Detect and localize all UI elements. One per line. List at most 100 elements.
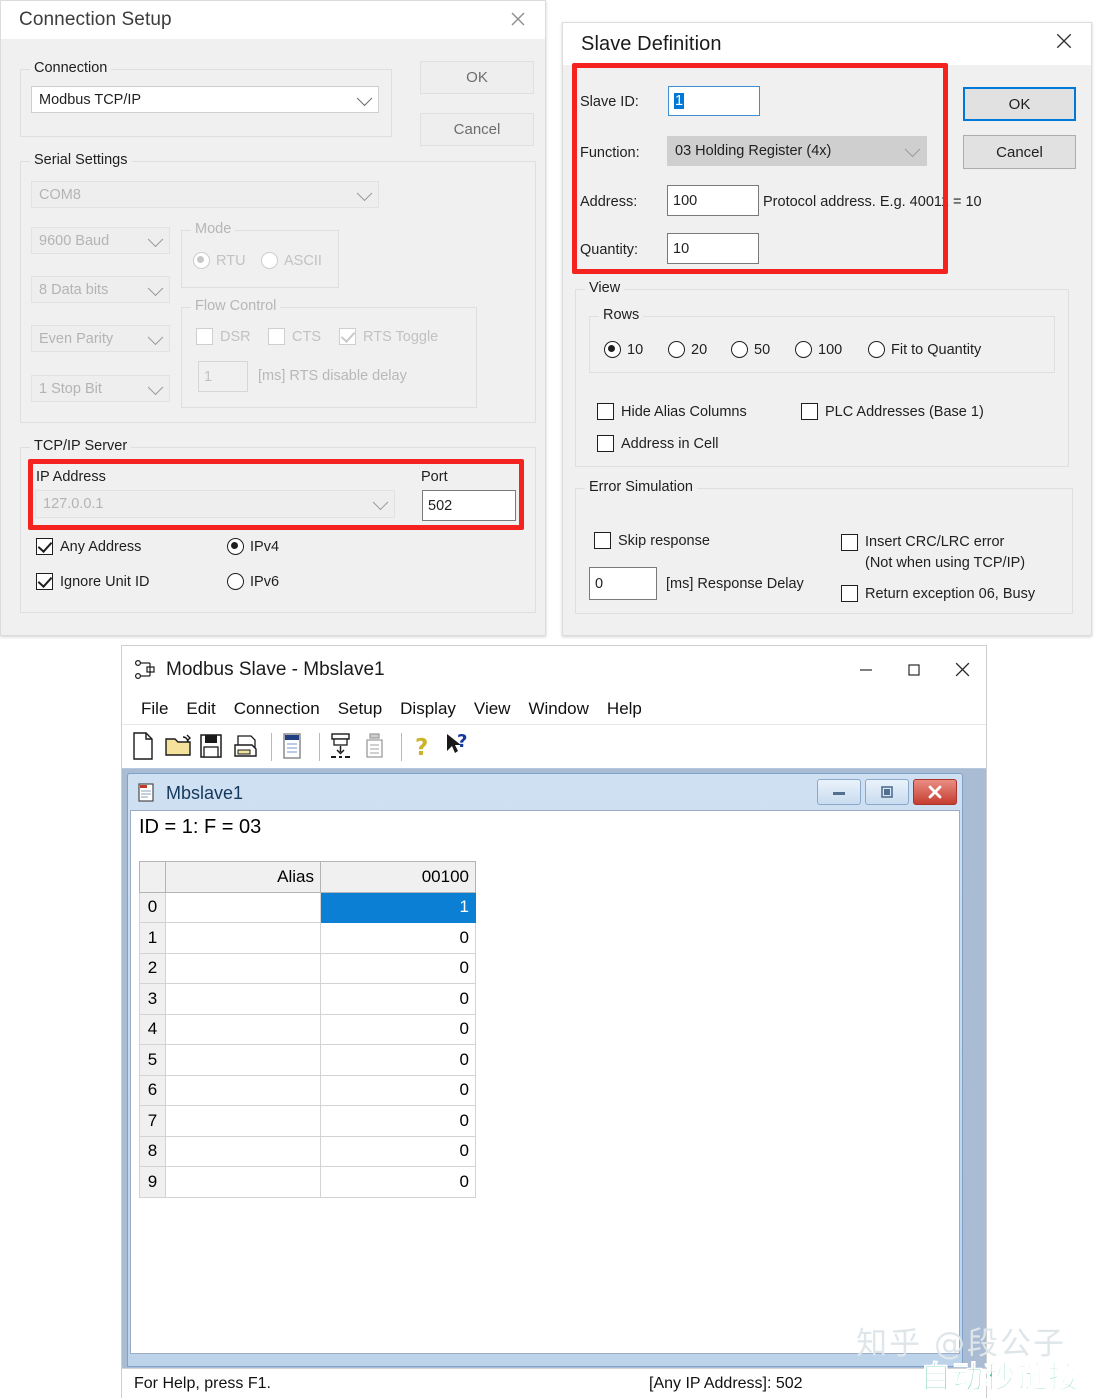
table-row[interactable]: 10 [139,922,476,954]
close-icon[interactable] [938,646,986,693]
maximize-icon[interactable] [890,646,938,693]
grid-header-address[interactable]: 00100 [320,861,476,893]
ip-address-combo[interactable]: 127.0.0.1 [35,490,395,518]
menu-item-display[interactable]: Display [391,699,465,719]
ipv6-radio[interactable]: IPv6 [227,573,279,590]
row-alias-cell[interactable] [165,1166,321,1198]
rows-radio-10[interactable]: 10 [604,341,643,358]
help-icon[interactable]: ? [410,731,440,763]
row-value-cell[interactable]: 0 [320,1074,476,1106]
row-value-cell[interactable]: 0 [320,1013,476,1045]
row-alias-cell[interactable] [165,1105,321,1137]
save-disk-icon[interactable] [198,731,228,763]
row-value-cell[interactable]: 1 [320,891,476,923]
rows-radio-50-label: 50 [754,341,771,358]
quantity-input[interactable]: 10 [667,233,759,264]
parity-combo[interactable]: Even Parity [31,325,170,352]
row-alias-cell[interactable] [165,952,321,984]
open-folder-icon[interactable] [164,731,194,763]
mode-radio-ascii[interactable]: ASCII [261,252,322,269]
return-exception-checkbox[interactable]: Return exception 06, Busy [841,585,1035,602]
close-icon[interactable] [497,3,539,35]
row-value-cell[interactable]: 0 [320,952,476,984]
insert-crc-lrc-error-checkbox[interactable]: Insert CRC/LRC error (Not when using TCP… [841,532,1025,573]
table-row[interactable]: 70 [139,1105,476,1137]
menu-item-window[interactable]: Window [519,699,597,719]
function-combo[interactable]: 03 Holding Register (4x) [667,136,927,166]
table-row[interactable]: 80 [139,1135,476,1167]
ignore-unit-id-checkbox[interactable]: Ignore Unit ID [36,573,149,590]
mode-radio-rtu[interactable]: RTU [193,252,246,269]
serial-port-combo[interactable]: COM8 [31,181,379,208]
plc-addresses-checkbox[interactable]: PLC Addresses (Base 1) [801,403,984,420]
menu-item-setup[interactable]: Setup [329,699,391,719]
row-alias-cell[interactable] [165,891,321,923]
row-value-cell[interactable]: 0 [320,1044,476,1076]
serial-port-value: COM8 [39,186,81,203]
row-alias-cell[interactable] [165,1044,321,1076]
minimize-icon[interactable] [817,779,861,805]
connection-ok-button[interactable]: OK [420,61,534,94]
row-alias-cell[interactable] [165,1013,321,1045]
table-row[interactable]: 20 [139,952,476,984]
connection-cancel-button[interactable]: Cancel [420,113,534,146]
menu-item-edit[interactable]: Edit [177,699,224,719]
restore-icon[interactable] [865,779,909,805]
connection-type-combo[interactable]: Modbus TCP/IP [31,86,379,113]
slave-ok-button[interactable]: OK [963,87,1076,121]
context-help-icon[interactable]: ? [444,731,474,763]
minimize-icon[interactable] [842,646,890,693]
table-row[interactable]: 90 [139,1166,476,1198]
radio-icon [227,538,244,555]
table-row[interactable]: 01 [139,891,476,923]
close-icon[interactable] [1043,25,1085,57]
close-icon[interactable] [913,779,957,805]
menu-item-connection[interactable]: Connection [225,699,329,719]
print-icon[interactable] [232,731,262,763]
rows-radio-100[interactable]: 100 [795,341,842,358]
table-row[interactable]: 50 [139,1044,476,1076]
row-alias-cell[interactable] [165,1074,321,1106]
ipv4-radio[interactable]: IPv4 [227,538,279,555]
upload-icon[interactable] [362,731,392,763]
data-bits-combo[interactable]: 8 Data bits [31,276,170,303]
flow-control-rts-toggle-checkbox[interactable]: RTS Toggle [339,328,438,345]
rts-disable-delay-input[interactable]: 1 [198,361,248,392]
display-icon[interactable] [280,731,310,763]
response-delay-input[interactable]: 0 [589,567,657,600]
stop-bits-combo[interactable]: 1 Stop Bit [31,375,170,402]
grid-header-alias[interactable]: Alias [165,861,321,893]
flow-control-dsr-checkbox[interactable]: DSR [196,328,251,345]
hide-alias-columns-checkbox[interactable]: Hide Alias Columns [597,403,747,420]
row-value-cell[interactable]: 0 [320,983,476,1015]
quantity-label: Quantity: [580,242,639,258]
row-value-cell[interactable]: 0 [320,1166,476,1198]
row-value-cell[interactable]: 0 [320,1105,476,1137]
row-alias-cell[interactable] [165,1135,321,1167]
rows-radio-50[interactable]: 50 [731,341,770,358]
table-row[interactable]: 40 [139,1013,476,1045]
address-in-cell-checkbox[interactable]: Address in Cell [597,435,719,452]
menu-item-file[interactable]: File [132,699,177,719]
flow-control-cts-checkbox[interactable]: CTS [268,328,321,345]
new-file-icon[interactable] [130,731,160,763]
skip-response-checkbox[interactable]: Skip response [594,532,710,549]
download-icon[interactable] [328,731,358,763]
row-value-cell[interactable]: 0 [320,922,476,954]
rows-radio-fit-to-quantity[interactable]: Fit to Quantity [868,341,981,358]
table-row[interactable]: 60 [139,1074,476,1106]
table-row[interactable]: 30 [139,983,476,1015]
address-input[interactable]: 100 [667,185,759,216]
row-alias-cell[interactable] [165,983,321,1015]
slave-definition-titlebar: Slave Definition [563,23,1091,65]
slave-cancel-button[interactable]: Cancel [963,135,1076,169]
row-value-cell[interactable]: 0 [320,1135,476,1167]
slave-id-input[interactable]: 1 [668,86,760,116]
any-address-checkbox[interactable]: Any Address [36,538,141,555]
row-alias-cell[interactable] [165,922,321,954]
baud-rate-combo[interactable]: 9600 Baud [31,227,170,254]
menu-item-help[interactable]: Help [598,699,651,719]
port-input[interactable]: 502 [422,490,516,521]
menu-item-view[interactable]: View [465,699,520,719]
rows-radio-20[interactable]: 20 [668,341,707,358]
